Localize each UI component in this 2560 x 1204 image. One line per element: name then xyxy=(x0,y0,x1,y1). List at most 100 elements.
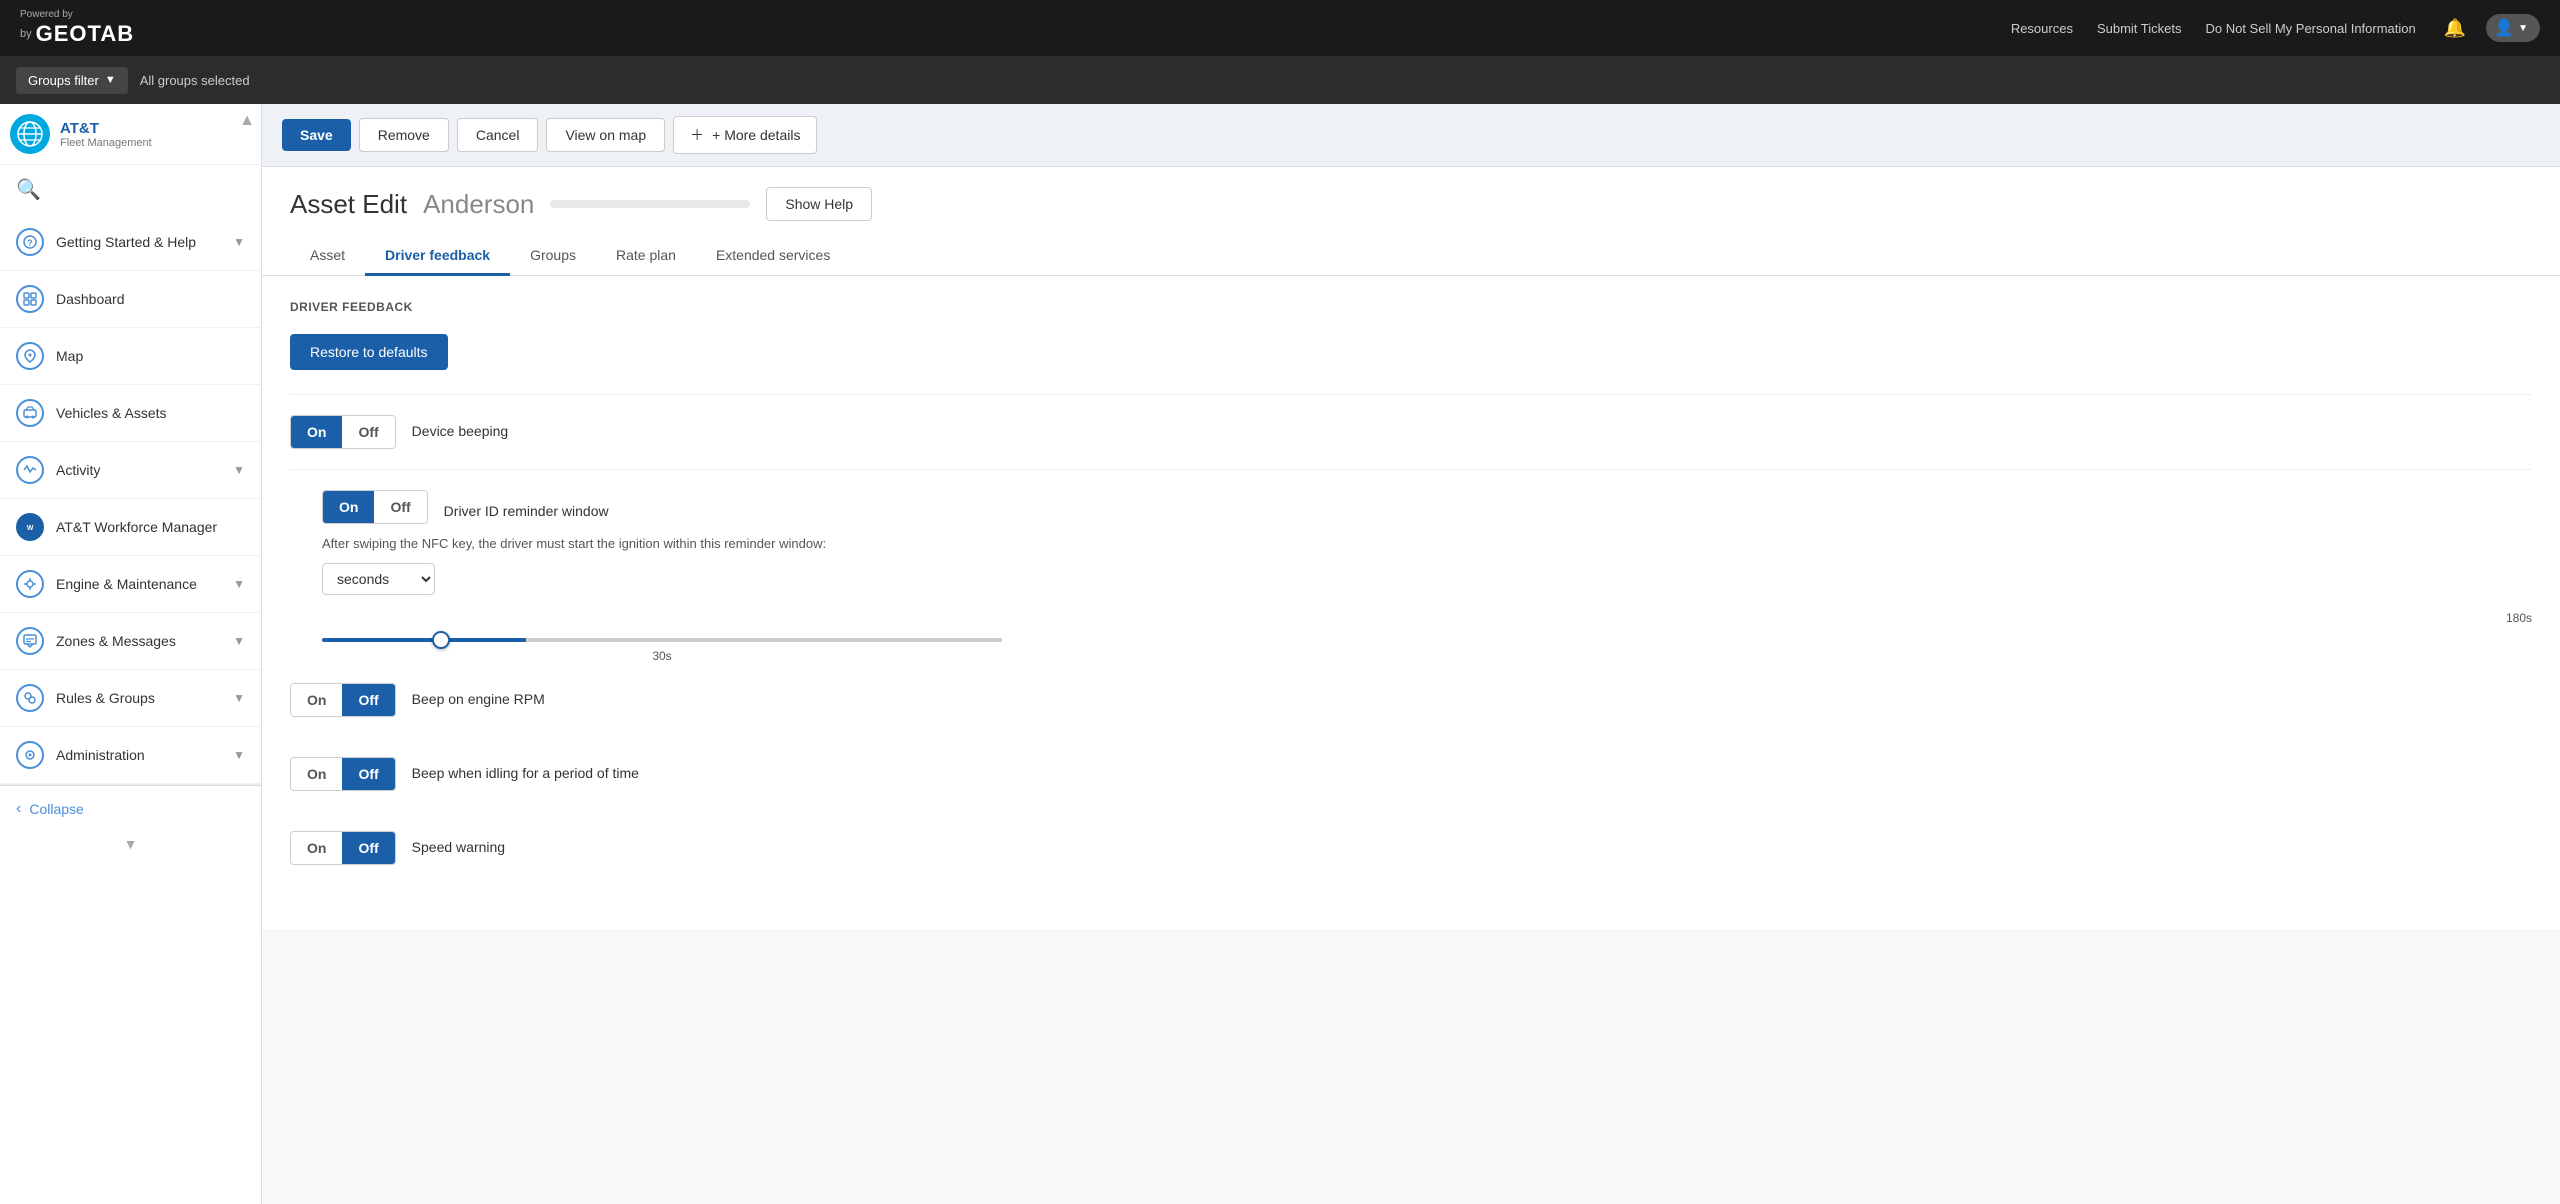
seconds-select[interactable]: seconds minutes xyxy=(322,563,435,595)
beep-idling-on-button[interactable]: On xyxy=(291,758,342,790)
user-avatar-icon: 👤 xyxy=(2494,18,2514,38)
slider-max-label: 180s xyxy=(2506,611,2532,625)
scroll-up-icon[interactable]: ▲ xyxy=(239,112,255,130)
tab-driver-feedback[interactable]: Driver feedback xyxy=(365,237,510,276)
slider-wrapper xyxy=(322,629,1002,645)
rules-icon xyxy=(16,684,44,712)
show-help-button[interactable]: Show Help xyxy=(766,187,872,221)
driver-id-off-button[interactable]: Off xyxy=(374,491,426,523)
scroll-bottom-indicator: ▼ xyxy=(0,832,261,856)
sidebar-label-vehicles: Vehicles & Assets xyxy=(56,405,245,421)
speed-warning-row: On Off Speed warning xyxy=(290,831,2532,885)
submit-tickets-link[interactable]: Submit Tickets xyxy=(2097,21,2182,36)
sidebar-item-getting-started[interactable]: ? Getting Started & Help ▼ xyxy=(0,214,261,271)
map-icon xyxy=(16,342,44,370)
sidebar-item-map[interactable]: Map xyxy=(0,328,261,385)
tab-asset[interactable]: Asset xyxy=(290,237,365,276)
chevron-down-icon-rules: ▼ xyxy=(233,691,245,705)
device-beeping-row: On Off Device beeping xyxy=(290,415,2532,470)
att-globe-icon xyxy=(16,120,44,148)
top-icons: 🔔 👤 ▼ xyxy=(2440,14,2540,43)
driver-id-reminder-toggle: On Off xyxy=(322,490,428,524)
view-on-map-button[interactable]: View on map xyxy=(546,118,665,152)
sidebar-label-rules: Rules & Groups xyxy=(56,690,233,706)
device-beeping-off-button[interactable]: Off xyxy=(342,416,394,448)
chevron-left-icon: ‹ xyxy=(16,800,21,818)
sidebar-item-dashboard[interactable]: Dashboard xyxy=(0,271,261,328)
speed-warning-toggle: On Off xyxy=(290,831,396,865)
beep-idling-off-button[interactable]: Off xyxy=(342,758,394,790)
tab-extended-services[interactable]: Extended services xyxy=(696,237,850,276)
action-toolbar: Save Remove Cancel View on map ＋ + More … xyxy=(262,104,2560,167)
dropdown-caret-icon: ▼ xyxy=(2518,23,2528,34)
chevron-down-icon: ▼ xyxy=(233,235,245,249)
driver-id-on-button[interactable]: On xyxy=(323,491,374,523)
main-layout: ▲ AT&T Fleet Management 🔍 xyxy=(0,104,2560,1204)
sidebar-item-activity[interactable]: Activity ▼ xyxy=(0,442,261,499)
beep-rpm-off-button[interactable]: Off xyxy=(342,684,394,716)
nav-left: Powered by by GEOTAB xyxy=(20,9,134,47)
beep-idling-toggle: On Off xyxy=(290,757,396,791)
asset-name: Anderson xyxy=(423,189,534,220)
sidebar-item-att-workforce[interactable]: W AT&T Workforce Manager xyxy=(0,499,261,556)
save-button[interactable]: Save xyxy=(282,119,351,151)
device-beeping-on-button[interactable]: On xyxy=(291,416,342,448)
cancel-button[interactable]: Cancel xyxy=(457,118,539,152)
more-details-button[interactable]: ＋ + More details xyxy=(673,116,817,154)
chevron-down-icon-admin: ▼ xyxy=(233,748,245,762)
speed-warning-off-button[interactable]: Off xyxy=(342,832,394,864)
sidebar-label-map: Map xyxy=(56,348,245,364)
att-workforce-icon: W xyxy=(16,513,44,541)
geotab-logo: Powered by by GEOTAB xyxy=(20,9,134,47)
speed-warning-on-button[interactable]: On xyxy=(291,832,342,864)
sidebar-item-rules-groups[interactable]: Rules & Groups ▼ xyxy=(0,670,261,727)
brand-sub: Fleet Management xyxy=(60,137,152,149)
notification-bell-icon[interactable]: 🔔 xyxy=(2440,14,2470,43)
geotab-brand: GEOTAB xyxy=(36,21,134,47)
resources-link[interactable]: Resources xyxy=(2011,21,2073,36)
remove-button[interactable]: Remove xyxy=(359,118,449,152)
sidebar-item-zones-messages[interactable]: Zones & Messages ▼ xyxy=(0,613,261,670)
page-title-row: Asset Edit Anderson Show Help xyxy=(290,187,2532,221)
sidebar-collapse-button[interactable]: ‹ Collapse xyxy=(0,785,261,832)
search-icon: 🔍 xyxy=(16,177,41,202)
brand-text: AT&T Fleet Management xyxy=(60,120,152,149)
page-header: Asset Edit Anderson Show Help Asset Driv… xyxy=(262,167,2560,276)
sidebar-item-engine-maintenance[interactable]: Engine & Maintenance ▼ xyxy=(0,556,261,613)
beep-engine-rpm-label: Beep on engine RPM xyxy=(412,683,545,707)
sidebar: ▲ AT&T Fleet Management 🔍 xyxy=(0,104,262,1204)
sidebar-item-vehicles-assets[interactable]: Vehicles & Assets xyxy=(0,385,261,442)
sidebar-search[interactable]: 🔍 xyxy=(0,165,261,214)
groups-filter-label: Groups filter xyxy=(28,73,99,88)
scroll-down-icon: ▼ xyxy=(124,836,138,852)
tab-groups[interactable]: Groups xyxy=(510,237,596,276)
engine-icon xyxy=(16,570,44,598)
asset-edit-label: Asset Edit xyxy=(290,189,407,220)
powered-by-label: by xyxy=(20,28,32,40)
groups-filter-button[interactable]: Groups filter ▼ xyxy=(16,67,128,94)
beep-engine-rpm-row: On Off Beep on engine RPM xyxy=(290,683,2532,737)
restore-to-defaults-button[interactable]: Restore to defaults xyxy=(290,334,448,370)
beep-rpm-on-button[interactable]: On xyxy=(291,684,342,716)
device-beeping-label: Device beeping xyxy=(412,415,509,439)
user-dropdown[interactable]: 👤 ▼ xyxy=(2486,14,2540,42)
att-logo-circle xyxy=(10,114,50,154)
beep-engine-rpm-toggle: On Off xyxy=(290,683,396,717)
filter-dropdown-icon: ▼ xyxy=(105,74,116,86)
beep-idling-label: Beep when idling for a period of time xyxy=(412,757,639,781)
sidebar-item-administration[interactable]: Administration ▼ xyxy=(0,727,261,784)
sidebar-label-dashboard: Dashboard xyxy=(56,291,245,307)
tab-rate-plan[interactable]: Rate plan xyxy=(596,237,696,276)
driver-id-reminder-section: On Off Driver ID reminder window After s… xyxy=(322,490,2532,663)
do-not-sell-link[interactable]: Do Not Sell My Personal Information xyxy=(2205,21,2415,36)
plus-icon: ＋ xyxy=(690,125,704,145)
sidebar-label-getting-started: Getting Started & Help xyxy=(56,234,233,250)
dashboard-icon xyxy=(16,285,44,313)
device-beeping-toggle: On Off xyxy=(290,415,396,449)
reminder-window-slider[interactable] xyxy=(322,638,1002,642)
administration-icon xyxy=(16,741,44,769)
getting-started-icon: ? xyxy=(16,228,44,256)
top-navigation: Powered by by GEOTAB Resources Submit Ti… xyxy=(0,0,2560,56)
driver-id-toggle-row: On Off Driver ID reminder window xyxy=(322,490,2532,524)
powered-by-text: Powered by xyxy=(20,9,73,21)
